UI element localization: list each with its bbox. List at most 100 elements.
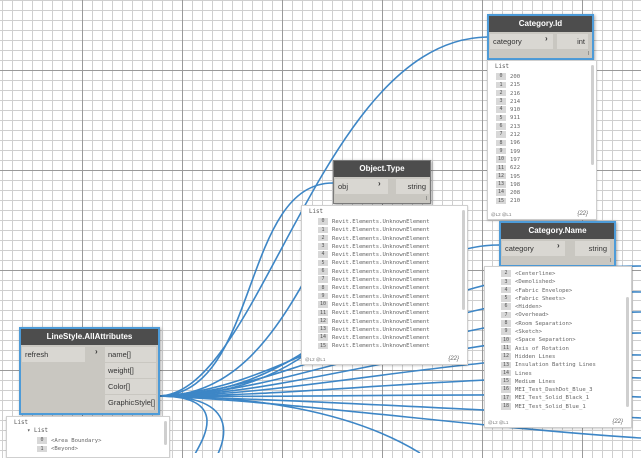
preview-list: 0 Revit.Elements.UnknownElement 1 Revit.Ele… <box>318 218 430 351</box>
list-index: 6 <box>501 303 511 310</box>
list-label: List <box>14 420 28 426</box>
list-index: 11 <box>496 164 506 172</box>
node-category-name[interactable]: Category.Name category › string l <box>499 221 616 267</box>
list-label: List <box>495 64 509 70</box>
list-item: 0 <Area Boundary> <box>37 437 102 445</box>
preview-list: 0 200 1 215 2 216 3 214 4 910 5 911 6 213 7 212 8 196 9 199… <box>496 73 520 206</box>
list-value: <Beyond> <box>51 446 78 453</box>
list-index: 9 <box>496 147 506 155</box>
list-index: 8 <box>501 320 511 327</box>
node-title[interactable]: LineStyle.AllAttributes <box>21 329 158 345</box>
list-value: Revit.Elements.UnknownElement <box>332 243 430 250</box>
list-index: 2 <box>501 270 511 277</box>
output-port-color[interactable]: Color[] <box>105 379 156 394</box>
level-indicator: @L2 @L1 <box>491 212 512 217</box>
node-title[interactable]: Category.Name <box>501 223 614 239</box>
list-value: <Room Separation> <box>515 320 573 327</box>
list-value: Revit.Elements.UnknownElement <box>332 310 430 317</box>
list-item: 7 212 <box>496 131 520 139</box>
list-index: 5 <box>318 259 328 267</box>
list-item: 2 Revit.Elements.UnknownElement <box>318 234 430 243</box>
node-title[interactable]: Object.Type <box>334 161 430 177</box>
list-item: 4 Revit.Elements.UnknownElement <box>318 251 430 259</box>
list-value: 198 <box>510 181 521 188</box>
output-port-string[interactable]: string <box>396 179 429 194</box>
list-item: 15 Revit.Elements.UnknownElement <box>318 342 430 350</box>
list-item: 7 <Overhead> <box>501 311 596 319</box>
node-linestyle-allattributes[interactable]: LineStyle.AllAttributes refresh › name[]… <box>19 327 160 415</box>
list-value: Revit.Elements.UnknownElement <box>332 252 430 259</box>
list-item: 0 200 <box>496 73 520 81</box>
list-index: 10 <box>318 301 328 308</box>
tree-node[interactable]: ▾ List <box>27 428 48 434</box>
list-index: 9 <box>318 292 328 300</box>
list-index: 1 <box>37 445 47 453</box>
list-index: 11 <box>501 344 511 352</box>
list-index: 10 <box>501 336 511 344</box>
list-value: 215 <box>510 82 521 89</box>
list-value: 213 <box>510 123 521 130</box>
preview-category-name: 2 <Centerline> 3 <Demolished> 4 <Fabric Envel… <box>484 266 632 428</box>
list-index: 15 <box>501 378 511 385</box>
list-item: 13 Insulation Batting Lines <box>501 361 596 369</box>
list-index: 0 <box>318 218 328 225</box>
output-port-int[interactable]: int <box>557 34 588 49</box>
node-category-id[interactable]: Category.Id category › int l <box>487 14 594 60</box>
list-value: 210 <box>510 198 521 205</box>
collapse-icon[interactable]: ▾ <box>27 428 31 434</box>
list-index: 11 <box>318 309 328 317</box>
list-value: Lines <box>515 370 532 377</box>
list-value: <Hidden> <box>515 304 542 311</box>
list-item: 2 216 <box>496 89 520 98</box>
output-port-weight[interactable]: weight[] <box>105 363 156 378</box>
list-index: 5 <box>501 295 511 302</box>
list-value: Revit.Elements.UnknownElement <box>332 293 430 300</box>
list-value: Revit.Elements.UnknownElement <box>332 318 430 325</box>
list-item: 11 622 <box>496 164 520 172</box>
node-object-type[interactable]: Object.Type obj › string l <box>333 160 431 204</box>
list-item: 9 Revit.Elements.UnknownElement <box>318 292 430 301</box>
list-label: List <box>309 209 323 215</box>
list-item: 14 Lines <box>501 369 596 378</box>
list-value: 195 <box>510 173 521 180</box>
chevron-right-icon: › <box>95 347 98 356</box>
preview-linestyle: List ▾ List 0 <Area Boundary> 1 <Beyond> <box>6 416 170 458</box>
input-port-category[interactable]: category <box>502 241 565 256</box>
list-item: 8 Revit.Elements.UnknownElement <box>318 284 430 292</box>
list-value: <Area Boundary> <box>51 438 102 444</box>
list-index: 4 <box>496 106 506 113</box>
output-port-name[interactable]: name[] <box>105 347 156 362</box>
node-title[interactable]: Category.Id <box>489 16 592 32</box>
input-port-refresh[interactable]: refresh <box>22 347 85 362</box>
list-index: 6 <box>496 123 506 130</box>
list-value: <Sketch> <box>515 329 542 336</box>
list-index: 7 <box>501 311 511 319</box>
list-index: 17 <box>501 394 511 402</box>
preview-object-type: List 0 Revit.Elements.UnknownElement 1 Revi… <box>301 205 468 365</box>
list-value: Revit.Elements.UnknownElement <box>332 268 430 275</box>
output-port-graphicstyle[interactable]: GraphicStyle[] <box>105 395 156 410</box>
output-port-string[interactable]: string <box>575 241 610 256</box>
scrollbar[interactable] <box>591 65 594 165</box>
list-item: 5 Revit.Elements.UnknownElement <box>318 259 430 267</box>
list-value: MEI_Test_DashDot_Blue_3 <box>515 387 593 394</box>
list-index: 10 <box>496 156 506 163</box>
list-value: 208 <box>510 190 521 197</box>
list-value: Revit.Elements.UnknownElement <box>332 301 430 308</box>
list-item: 8 <Room Separation> <box>501 320 596 328</box>
list-index: 7 <box>318 276 328 283</box>
input-port-category[interactable]: category <box>490 34 553 49</box>
scrollbar[interactable] <box>626 297 629 407</box>
list-item: 8 196 <box>496 139 520 147</box>
list-item: 11 Revit.Elements.UnknownElement <box>318 309 430 317</box>
list-value: 910 <box>510 107 521 114</box>
list-value: <Fabric Envelope> <box>515 287 573 294</box>
list-value: 199 <box>510 148 521 155</box>
list-value: <Fabric Sheets> <box>515 295 566 302</box>
level-indicator: @L2 @L1 <box>305 357 326 362</box>
scrollbar[interactable] <box>462 210 465 310</box>
level-indicator: @L2 @L1 <box>488 420 509 425</box>
lacing-indicator: l <box>153 406 155 412</box>
list-item: 12 Revit.Elements.UnknownElement <box>318 317 430 326</box>
scrollbar[interactable] <box>164 421 167 445</box>
